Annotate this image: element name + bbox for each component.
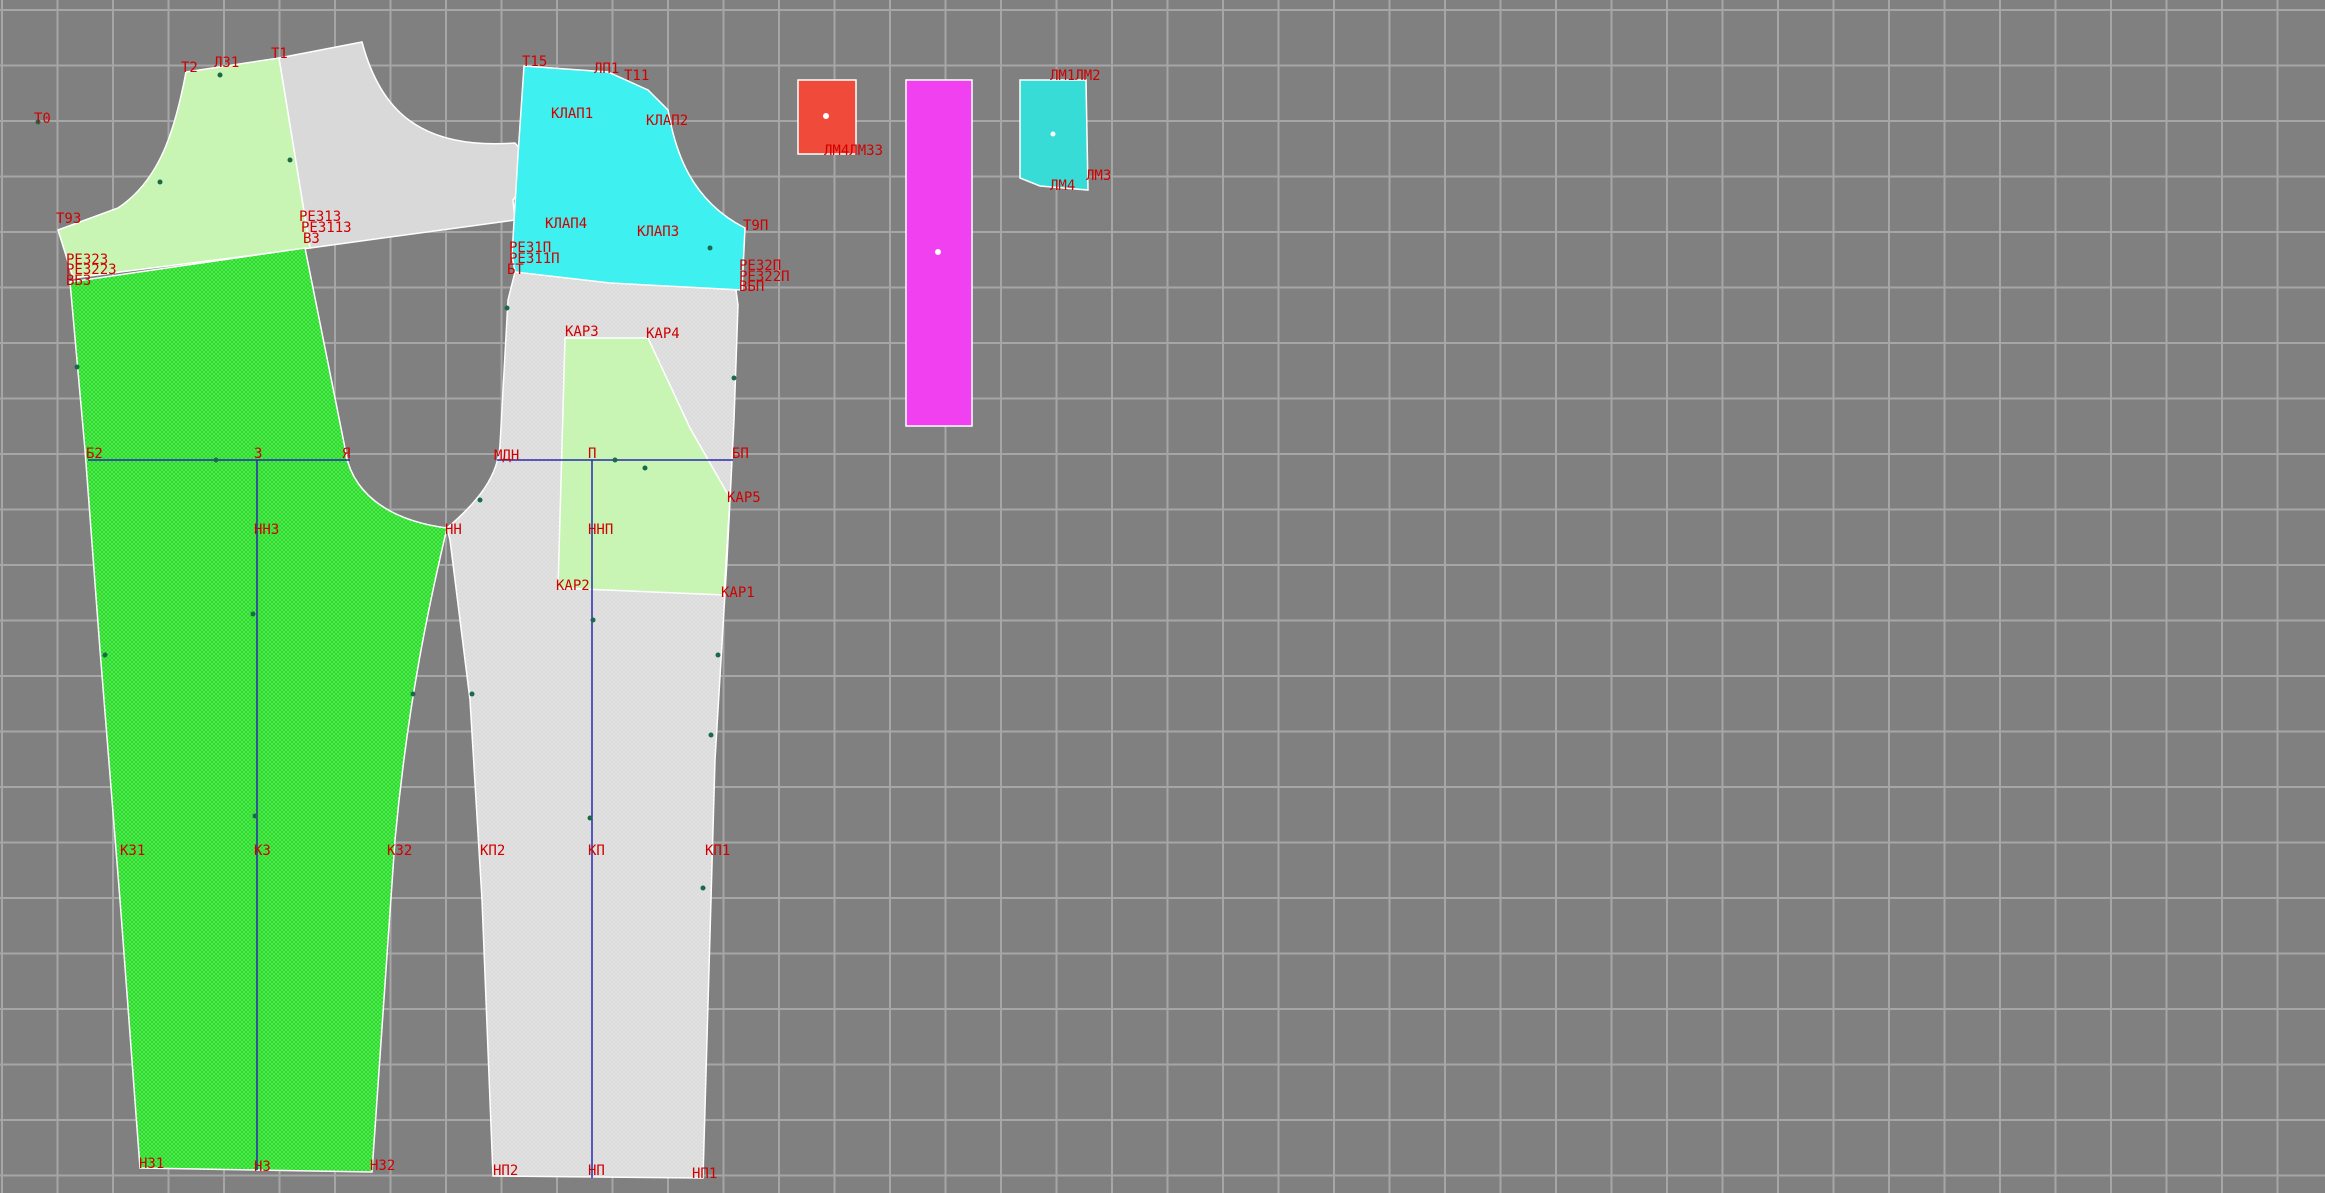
label-kp2: КП2 xyxy=(480,843,505,859)
label-klap4: КЛАП4 xyxy=(545,216,587,232)
label-kp: КП xyxy=(588,843,605,859)
label-t11: Т11 xyxy=(624,68,649,84)
label-t93: Т93 xyxy=(56,211,81,227)
label-bt: БТ xyxy=(507,262,524,278)
label-nz: НЗ xyxy=(254,1159,271,1175)
label-lm1lm2: ЛМ1ЛМ2 xyxy=(1050,68,1101,84)
label-kz2: КЗ2 xyxy=(387,843,412,859)
pattern-drawing[interactable]: Т0 Т2 Л31 Т1 Т15 ЛП1 Т11 КЛАП1 КЛАП2 КЛА… xyxy=(0,0,2325,1193)
label-nn3: НН3 xyxy=(254,522,279,538)
label-vb3: ВБ3 xyxy=(66,273,91,289)
back-piece-green[interactable] xyxy=(69,247,448,1173)
label-np1: НП1 xyxy=(692,1166,717,1182)
label-t9p: Т9П xyxy=(743,218,768,234)
label-klap3: КЛАП3 xyxy=(637,224,679,240)
label-np2: НП2 xyxy=(493,1163,518,1179)
label-kar4: КАР4 xyxy=(646,326,680,342)
label-bp: БП xyxy=(732,446,749,462)
label-kz: КЗ xyxy=(254,843,271,859)
label-l31: Л31 xyxy=(214,55,239,71)
label-t1: Т1 xyxy=(271,46,288,62)
label-lm4lm33: ЛМ4ЛМ33 xyxy=(824,143,883,159)
label-nz2: НЗ2 xyxy=(370,1158,395,1174)
label-p: П xyxy=(588,446,596,462)
back-yoke-lightgreen[interactable] xyxy=(57,57,311,279)
pattern-canvas[interactable]: Т0 Т2 Л31 Т1 Т15 ЛП1 Т11 КЛАП1 КЛАП2 КЛА… xyxy=(0,0,2325,1193)
small-piece-magenta[interactable] xyxy=(905,79,973,427)
label-t2: Т2 xyxy=(181,60,198,76)
label-nz1: НЗ1 xyxy=(139,1156,164,1172)
label-lm4: ЛМ4 xyxy=(1050,178,1075,194)
label-lm3: ЛМ3 xyxy=(1086,168,1111,184)
label-t15: Т15 xyxy=(522,54,547,70)
label-t0: Т0 xyxy=(34,111,51,127)
label-kar1: КАР1 xyxy=(721,585,755,601)
label-kz1: КЗ1 xyxy=(120,843,145,859)
label-klap1: КЛАП1 xyxy=(551,106,593,122)
label-vbp: ВБП xyxy=(739,279,764,295)
label-klap2: КЛАП2 xyxy=(646,113,688,129)
label-b2: Б2 xyxy=(86,446,103,462)
label-nn: НН xyxy=(445,522,462,538)
label-mdn: МДН xyxy=(494,448,519,464)
label-kar2: КАР2 xyxy=(556,578,590,594)
label-z: З xyxy=(254,446,262,462)
label-kp1: КП1 xyxy=(705,843,730,859)
small-piece-teal[interactable] xyxy=(1019,79,1089,191)
label-ya: Я xyxy=(342,446,350,462)
label-lp1: ЛП1 xyxy=(594,61,619,77)
label-np: НП xyxy=(588,1163,605,1179)
label-kar5: КАР5 xyxy=(727,490,761,506)
label-nnp: ННП xyxy=(588,522,613,538)
label-kar3: КАР3 xyxy=(565,324,599,340)
label-b3: В3 xyxy=(303,231,320,247)
